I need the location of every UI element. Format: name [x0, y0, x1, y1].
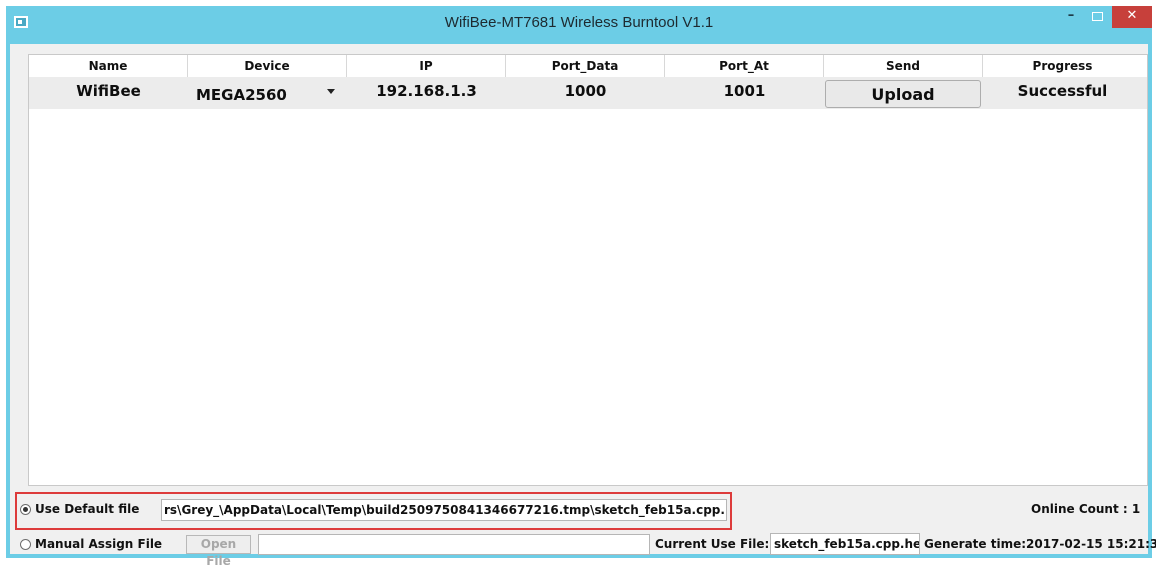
- table-header: Name Device IP Port_Data Port_At Send Pr…: [29, 55, 1147, 78]
- use-default-file-label[interactable]: Use Default file: [35, 502, 139, 516]
- device-name: WifiBee: [76, 82, 141, 100]
- maximize-icon: [1091, 12, 1103, 21]
- progress-status: Successful: [1017, 82, 1108, 100]
- column-header-name[interactable]: Name: [29, 55, 188, 77]
- manual-assign-file-label[interactable]: Manual Assign File: [35, 537, 162, 551]
- online-count: Online Count : 1: [1031, 502, 1141, 516]
- column-header-port-data[interactable]: Port_Data: [506, 55, 665, 77]
- chevron-down-icon[interactable]: [327, 89, 335, 94]
- port-data-value: 1000: [564, 82, 607, 100]
- device-table: Name Device IP Port_Data Port_At Send Pr…: [28, 54, 1148, 486]
- column-header-send[interactable]: Send: [824, 55, 983, 77]
- cell-progress: Successful: [983, 77, 1142, 109]
- cell-send: Upload: [824, 77, 983, 109]
- manual-file-path-input[interactable]: [258, 534, 650, 555]
- close-icon: ✕: [1126, 8, 1138, 23]
- device-select-value: MEGA2560: [196, 86, 287, 104]
- minimize-button[interactable]: –: [1058, 6, 1084, 28]
- cell-ip: 192.168.1.3: [347, 77, 506, 109]
- upload-button[interactable]: Upload: [825, 80, 981, 108]
- cell-name: WifiBee: [29, 77, 188, 109]
- current-use-file-field: sketch_feb15a.cpp.hex: [770, 533, 920, 555]
- minimize-icon: –: [1067, 8, 1075, 23]
- port-at-value: 1001: [723, 82, 766, 100]
- column-header-device[interactable]: Device: [188, 55, 347, 77]
- title-bar[interactable]: WifiBee-MT7681 Wireless Burntool V1.1 – …: [6, 6, 1152, 44]
- column-header-progress[interactable]: Progress: [983, 55, 1142, 77]
- close-button[interactable]: ✕: [1112, 6, 1152, 28]
- file-options-panel: Use Default file rs\Grey_\AppData\Local\…: [10, 490, 1156, 568]
- column-header-port-at[interactable]: Port_At: [665, 55, 824, 77]
- manual-assign-file-radio[interactable]: [20, 539, 31, 550]
- table-row[interactable]: WifiBee MEGA2560 192.168.1.3 1000 1001 U…: [29, 77, 1147, 109]
- default-file-path-field[interactable]: rs\Grey_\AppData\Local\Temp\build2509750…: [161, 499, 727, 521]
- cell-port-data: 1000: [506, 77, 665, 109]
- ip-value: 192.168.1.3: [376, 82, 477, 100]
- client-area: Name Device IP Port_Data Port_At Send Pr…: [10, 44, 1156, 568]
- open-file-button[interactable]: Open File: [186, 535, 251, 568]
- maximize-button[interactable]: [1084, 6, 1110, 28]
- use-default-file-radio[interactable]: [20, 504, 31, 515]
- window-title: WifiBee-MT7681 Wireless Burntool V1.1: [444, 14, 714, 31]
- device-select[interactable]: MEGA2560: [188, 77, 347, 109]
- generate-time-label: Generate time:: [924, 537, 1027, 551]
- column-header-ip[interactable]: IP: [347, 55, 506, 77]
- app-window: WifiBee-MT7681 Wireless Burntool V1.1 – …: [6, 6, 1156, 568]
- current-use-file-label: Current Use File:: [655, 537, 770, 551]
- generate-time-value: 2017-02-15 15:21:35: [1026, 537, 1156, 551]
- cell-port-at: 1001: [665, 77, 824, 109]
